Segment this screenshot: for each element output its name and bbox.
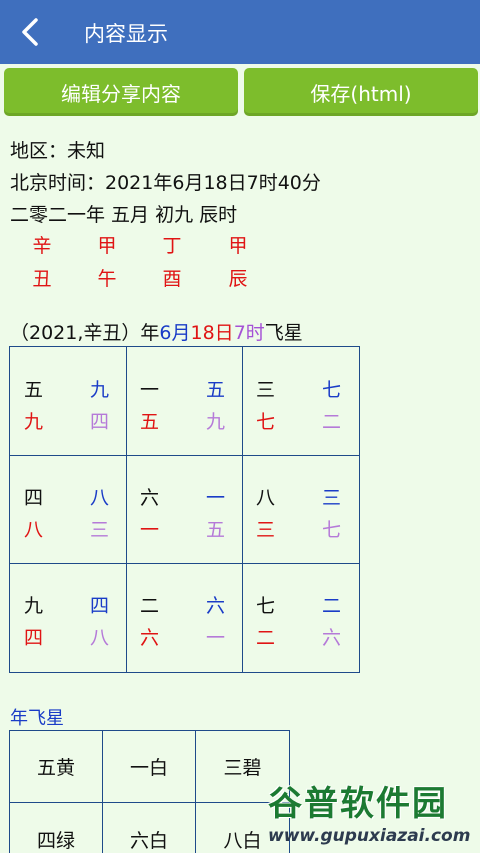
month-star: 六: [206, 595, 226, 617]
branch-day: 酉: [162, 268, 182, 290]
day-star: 一: [140, 519, 160, 541]
year-star-label: 年飞星: [10, 708, 64, 729]
watermark: 谷普软件园 www.gupuxiazai.com: [262, 774, 478, 852]
grid-cell: 四 八 八 三: [10, 455, 127, 564]
flying-star-day: 18日: [190, 322, 234, 344]
grid-cell: 五 九 九 四: [10, 347, 127, 456]
grid-cell: 二 六 六 一: [126, 563, 243, 672]
lunar-date-text: 二零二一年 五月 初九 辰时: [10, 204, 238, 226]
flying-star-year: （2021,辛丑）年: [10, 322, 160, 344]
hour-star: 四: [90, 411, 110, 433]
grid-cell: 七 二 二 六: [242, 563, 359, 672]
hour-star: 五: [206, 519, 226, 541]
year-star: 四: [24, 487, 44, 509]
day-star: 四: [24, 627, 44, 649]
grid-cell: 八 三 三 七: [242, 455, 359, 564]
month-star: 五: [206, 379, 226, 401]
year-star: 一: [140, 379, 160, 401]
day-star: 七: [256, 411, 276, 433]
day-star: 二: [256, 627, 276, 649]
month-star: 二: [322, 595, 342, 617]
month-star: 八: [90, 487, 110, 509]
flying-star-hour: 7时: [233, 322, 265, 344]
table-cell: 一白: [103, 731, 196, 803]
stem-hour: 甲: [228, 235, 248, 257]
region-text: 地区：未知: [10, 140, 106, 162]
edit-share-button[interactable]: 编辑分享内容: [4, 68, 238, 116]
grid-cell: 三 七 七 二: [242, 347, 359, 456]
year-star: 六: [140, 487, 160, 509]
table-cell: 四绿: [10, 803, 103, 853]
hour-star: 八: [90, 627, 110, 649]
stem-year: 辛: [32, 235, 52, 257]
flying-star-grid: 五 九 九 四 一 五 五 九 三 七 七 二 四 八 八 三 六 一 一 五 …: [9, 346, 360, 673]
branch-year: 丑: [32, 268, 52, 290]
month-star: 三: [322, 487, 342, 509]
grid-cell: 九 四 四 八: [10, 563, 127, 672]
stem-month: 甲: [97, 235, 117, 257]
watermark-title: 谷普软件园: [268, 784, 448, 824]
year-star: 三: [256, 379, 276, 401]
branch-month: 午: [97, 268, 117, 290]
flying-star-month: 6月: [159, 322, 191, 344]
grid-cell: 六 一 一 五: [126, 455, 243, 564]
back-button[interactable]: [14, 14, 50, 50]
day-star: 八: [24, 519, 44, 541]
table-cell: 五黄: [10, 731, 103, 803]
day-star: 三: [256, 519, 276, 541]
beijing-time-text: 北京时间：2021年6月18日7时40分: [10, 172, 321, 194]
year-star: 二: [140, 595, 160, 617]
day-star: 六: [140, 627, 160, 649]
branch-hour: 辰: [228, 268, 248, 290]
day-star: 五: [140, 411, 160, 433]
hour-star: 九: [206, 411, 226, 433]
hour-star: 二: [322, 411, 342, 433]
grid-cell: 一 五 五 九: [126, 347, 243, 456]
hour-star: 七: [322, 519, 342, 541]
month-star: 九: [90, 379, 110, 401]
hour-star: 六: [322, 627, 342, 649]
chevron-left-icon: [22, 18, 38, 46]
month-star: 七: [322, 379, 342, 401]
day-star: 九: [24, 411, 44, 433]
year-star: 九: [24, 595, 44, 617]
year-star: 五: [24, 379, 44, 401]
save-html-button[interactable]: 保存(html): [244, 68, 478, 116]
year-star: 八: [256, 487, 276, 509]
page-title: 内容显示: [84, 22, 168, 46]
hour-star: 一: [206, 627, 226, 649]
app-bar: 内容显示: [0, 0, 480, 64]
stem-day: 丁: [162, 235, 182, 257]
table-cell: 六白: [103, 803, 196, 853]
watermark-url: www.gupuxiazai.com: [268, 826, 471, 846]
year-star-table: 五黄 一白 三碧 四绿 六白 八白: [9, 730, 290, 853]
hour-star: 三: [90, 519, 110, 541]
month-star: 一: [206, 487, 226, 509]
month-star: 四: [90, 595, 110, 617]
flying-star-suffix: 飞星: [264, 322, 303, 344]
year-star: 七: [256, 595, 276, 617]
flying-star-title: （2021,辛丑）年6月18日7时飞星: [10, 318, 303, 345]
